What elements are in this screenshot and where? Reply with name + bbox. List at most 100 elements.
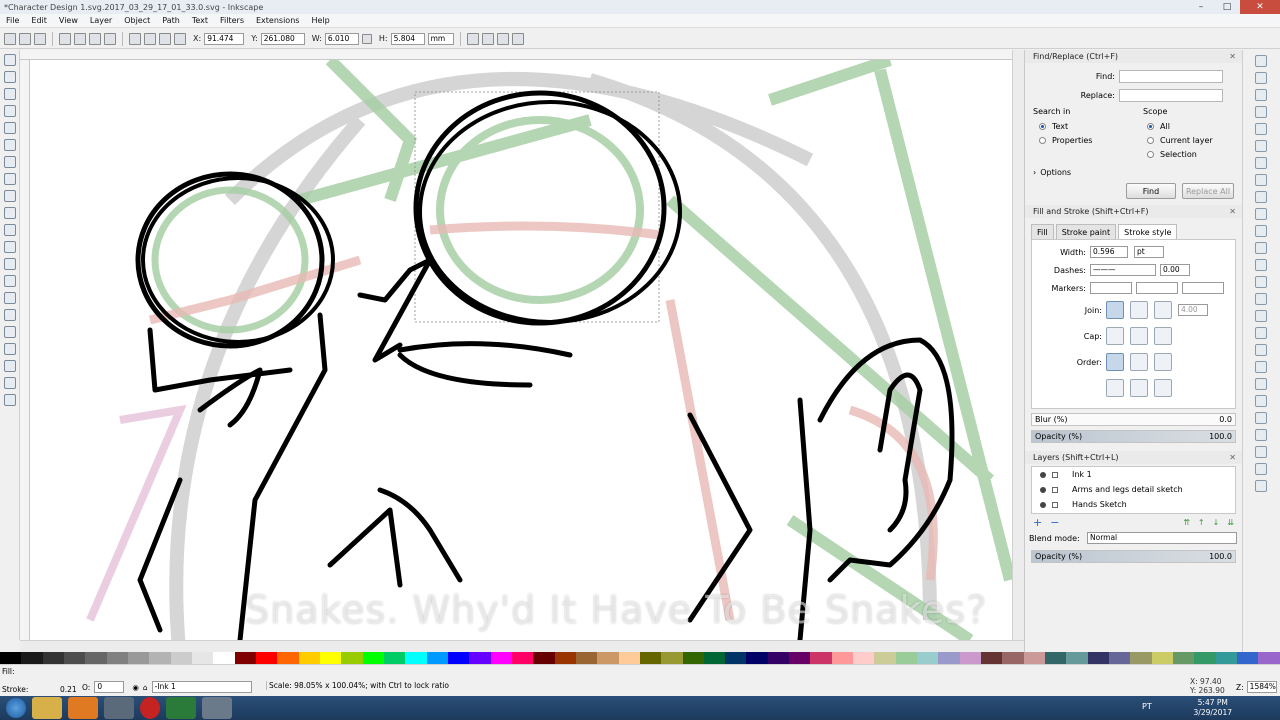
save-icon[interactable] xyxy=(1255,89,1267,101)
zoom-selection-icon[interactable] xyxy=(1255,242,1267,254)
width-unit-select[interactable]: pt xyxy=(1134,246,1164,258)
miter-join-icon[interactable] xyxy=(1106,301,1124,319)
layer-opacity-slider[interactable]: Opacity (%) 100.0 xyxy=(1031,550,1236,563)
mesh-tool-icon[interactable] xyxy=(4,360,16,372)
raise-layer-top-icon[interactable]: ⇈ xyxy=(1183,518,1190,527)
raise-icon[interactable] xyxy=(144,32,156,45)
palette-swatch[interactable] xyxy=(383,652,406,664)
palette-swatch[interactable] xyxy=(1173,652,1195,664)
layer-row[interactable]: Arms and legs detail sketch xyxy=(1032,482,1235,497)
palette-swatch[interactable] xyxy=(341,652,363,664)
select-all-icon[interactable] xyxy=(4,32,16,45)
palette-swatch[interactable] xyxy=(447,652,470,664)
palette-swatch[interactable] xyxy=(42,652,64,664)
system-clock[interactable]: 5:47 PM 3/29/2017 xyxy=(1194,698,1232,718)
clone-icon[interactable] xyxy=(1255,310,1267,322)
lower-icon[interactable] xyxy=(159,32,171,45)
palette-swatch[interactable] xyxy=(1151,652,1174,664)
palette-swatch[interactable] xyxy=(127,652,150,664)
calligraphy-tool-icon[interactable] xyxy=(4,258,16,270)
palette-swatch[interactable] xyxy=(85,652,107,664)
x-input[interactable] xyxy=(204,32,245,45)
menu-text[interactable]: Text xyxy=(186,16,214,25)
order-option-icon[interactable] xyxy=(1130,379,1148,397)
width-input[interactable]: 0.596 xyxy=(1090,246,1128,258)
palette-swatch[interactable] xyxy=(234,652,256,664)
bevel-join-icon[interactable] xyxy=(1154,301,1172,319)
menu-path[interactable]: Path xyxy=(156,16,186,25)
ellipse-tool-icon[interactable] xyxy=(4,173,16,185)
close-panel-icon[interactable]: ✕ xyxy=(1229,207,1236,216)
lock-ratio-icon[interactable] xyxy=(361,33,372,44)
menu-object[interactable]: Object xyxy=(118,16,156,25)
star-tool-icon[interactable] xyxy=(4,190,16,202)
add-layer-icon[interactable]: + xyxy=(1033,516,1042,529)
copy-icon[interactable] xyxy=(1255,191,1267,203)
vlc-icon[interactable] xyxy=(68,697,98,719)
palette-swatch[interactable] xyxy=(618,652,640,664)
order-option-icon[interactable] xyxy=(1106,379,1124,397)
lower-layer-bottom-icon[interactable]: ⇊ xyxy=(1227,518,1234,527)
visibility-icon[interactable] xyxy=(1040,471,1046,478)
radio-all[interactable]: All xyxy=(1143,119,1213,133)
palette-swatch[interactable] xyxy=(1215,652,1238,664)
start-marker-select[interactable] xyxy=(1090,282,1132,294)
palette-swatch[interactable] xyxy=(725,652,747,664)
palette-swatch[interactable] xyxy=(0,652,22,664)
round-cap-icon[interactable] xyxy=(1130,327,1148,345)
opera-icon[interactable] xyxy=(140,697,160,719)
palette-swatch[interactable] xyxy=(917,652,939,664)
paste-icon[interactable] xyxy=(1255,225,1267,237)
palette-swatch[interactable] xyxy=(789,652,811,664)
palette-swatch[interactable] xyxy=(63,652,86,664)
duplicate-icon[interactable] xyxy=(1255,293,1267,305)
lower-layer-icon[interactable]: ↓ xyxy=(1213,518,1220,527)
options-expander[interactable]: › Options xyxy=(1025,165,1242,179)
scale-stroke-icon[interactable] xyxy=(466,32,479,45)
move-gradients-icon[interactable] xyxy=(496,32,509,45)
palette-swatch[interactable] xyxy=(21,652,43,664)
dash-offset-input[interactable]: 0.00 xyxy=(1160,264,1190,276)
scale-corners-icon[interactable] xyxy=(481,32,494,45)
blend-mode-select[interactable]: Normal xyxy=(1087,532,1237,544)
preferences-icon[interactable] xyxy=(1255,463,1267,475)
gradient-tool-icon[interactable] xyxy=(4,343,16,355)
palette-swatch[interactable] xyxy=(191,652,214,664)
palette-swatch[interactable] xyxy=(149,652,171,664)
palette-swatch[interactable] xyxy=(703,652,726,664)
palette-swatch[interactable] xyxy=(213,652,235,664)
h-input[interactable] xyxy=(390,32,425,45)
app-green-icon[interactable] xyxy=(166,697,196,719)
palette-swatch[interactable] xyxy=(575,652,598,664)
lock-icon[interactable] xyxy=(1052,471,1058,478)
palette-swatch[interactable] xyxy=(1258,652,1280,664)
palette-swatch[interactable] xyxy=(597,652,619,664)
lower-to-bottom-icon[interactable] xyxy=(174,32,186,45)
replace-all-button[interactable]: Replace All xyxy=(1182,183,1234,199)
y-input[interactable] xyxy=(260,32,305,45)
zoom-page-icon[interactable] xyxy=(1255,276,1267,288)
layer-row[interactable]: Hands Sketch xyxy=(1032,497,1235,512)
tweak-tool-icon[interactable] xyxy=(4,88,16,100)
flip-vertical-icon[interactable] xyxy=(104,32,116,45)
layers-icon[interactable] xyxy=(1255,412,1267,424)
node-tool-icon[interactable] xyxy=(4,71,16,83)
palette-swatch[interactable] xyxy=(1023,652,1046,664)
palette-swatch[interactable] xyxy=(319,652,342,664)
palette-swatch[interactable] xyxy=(426,652,448,664)
menu-layer[interactable]: Layer xyxy=(84,16,118,25)
unit-select[interactable]: mm xyxy=(427,32,454,45)
palette-swatch[interactable] xyxy=(810,652,832,664)
palette-swatch[interactable] xyxy=(959,652,982,664)
palette-swatch[interactable] xyxy=(661,652,683,664)
close-panel-icon[interactable]: ✕ xyxy=(1229,52,1236,61)
align-icon[interactable] xyxy=(1255,446,1267,458)
zoom-drawing-icon[interactable] xyxy=(1255,259,1267,271)
palette-swatch[interactable] xyxy=(895,652,918,664)
order-normal-icon[interactable] xyxy=(1106,353,1124,371)
selector-tool-icon[interactable] xyxy=(4,54,16,66)
import-icon[interactable] xyxy=(1255,123,1267,135)
minimize-button[interactable]: – xyxy=(1188,0,1214,14)
spray-tool-icon[interactable] xyxy=(4,292,16,304)
start-button[interactable] xyxy=(6,698,26,718)
